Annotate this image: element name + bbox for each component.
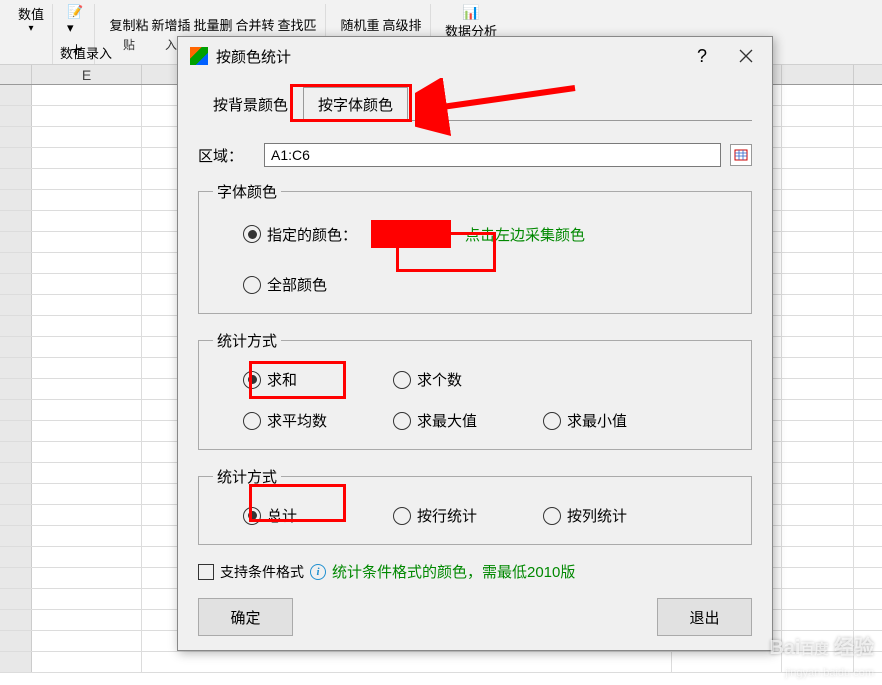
- fieldset-font-color: 字体颜色 指定的颜色： 点击左边采集颜色 全部颜色: [198, 181, 752, 314]
- color-hint: 点击左边采集颜色: [465, 224, 585, 245]
- ribbon-copy[interactable]: 复制粘贴: [109, 15, 149, 53]
- col-header-rownum[interactable]: [0, 65, 32, 84]
- radio-icon: [393, 371, 411, 389]
- radio-icon: [543, 507, 561, 525]
- legend-stat-method: 统计方式: [213, 330, 281, 351]
- titlebar[interactable]: 按颜色统计 ?: [178, 37, 772, 75]
- range-picker-button[interactable]: [730, 144, 752, 166]
- range-input[interactable]: [264, 143, 721, 167]
- legend-stat-scope: 统计方式: [213, 466, 281, 487]
- radio-icon: [243, 225, 261, 243]
- dialog-title: 按颜色统计: [216, 46, 680, 67]
- edit-icon[interactable]: 📝▾: [67, 4, 86, 36]
- ribbon-group-values: 数值 ▾ 数值录入: [10, 4, 53, 64]
- close-icon: [739, 49, 753, 63]
- chart-icon[interactable]: 📊: [462, 4, 479, 21]
- tabs: 按背景颜色 按字体颜色: [198, 87, 752, 121]
- radio-sum[interactable]: 求和: [243, 369, 393, 390]
- legend-font-color: 字体颜色: [213, 181, 281, 202]
- close-button[interactable]: [724, 41, 768, 71]
- app-icon: [190, 47, 208, 65]
- checkbox-hint: 统计条件格式的颜色，需最低2010版: [332, 561, 575, 582]
- cancel-button[interactable]: 退出: [657, 598, 752, 636]
- color-swatch[interactable]: [371, 220, 451, 248]
- col-header-e[interactable]: E: [32, 65, 142, 84]
- radio-icon: [393, 412, 411, 430]
- tab-bg-color[interactable]: 按背景颜色: [198, 87, 303, 121]
- ribbon-values-sub: 数值录入: [60, 43, 112, 62]
- radio-by-col[interactable]: 按列统计: [543, 505, 693, 526]
- col-header-m[interactable]: [782, 65, 854, 84]
- radio-icon: [543, 412, 561, 430]
- fieldset-stat-scope: 统计方式 总计 按行统计 按列统计: [198, 466, 752, 545]
- tab-font-color[interactable]: 按字体颜色: [303, 87, 408, 121]
- radio-all-colors[interactable]: 全部颜色: [243, 274, 737, 295]
- radio-icon: [243, 371, 261, 389]
- grid-icon: [734, 149, 748, 161]
- radio-icon: [243, 507, 261, 525]
- radio-max[interactable]: 求最大值: [393, 410, 543, 431]
- radio-count[interactable]: 求个数: [393, 369, 543, 390]
- checkbox-label: 支持条件格式: [220, 562, 304, 582]
- radio-total[interactable]: 总计: [243, 505, 393, 526]
- help-button[interactable]: ?: [680, 41, 724, 71]
- ribbon-values-label[interactable]: 数值: [18, 4, 44, 23]
- radio-min[interactable]: 求最小值: [543, 410, 693, 431]
- range-label: 区域：: [198, 145, 254, 166]
- radio-icon: [243, 276, 261, 294]
- radio-by-row[interactable]: 按行统计: [393, 505, 543, 526]
- checkbox-cond-format[interactable]: [198, 564, 214, 580]
- fieldset-stat-method: 统计方式 求和 求个数 求平均数 求最大值: [198, 330, 752, 450]
- color-stats-dialog: 按颜色统计 ? 按背景颜色 按字体颜色 区域：: [177, 36, 773, 651]
- ok-button[interactable]: 确定: [198, 598, 293, 636]
- radio-icon: [393, 507, 411, 525]
- info-icon[interactable]: i: [310, 564, 326, 580]
- radio-avg[interactable]: 求平均数: [243, 410, 393, 431]
- radio-specified-color[interactable]: 指定的颜色： 点击左边采集颜色: [243, 220, 737, 248]
- radio-icon: [243, 412, 261, 430]
